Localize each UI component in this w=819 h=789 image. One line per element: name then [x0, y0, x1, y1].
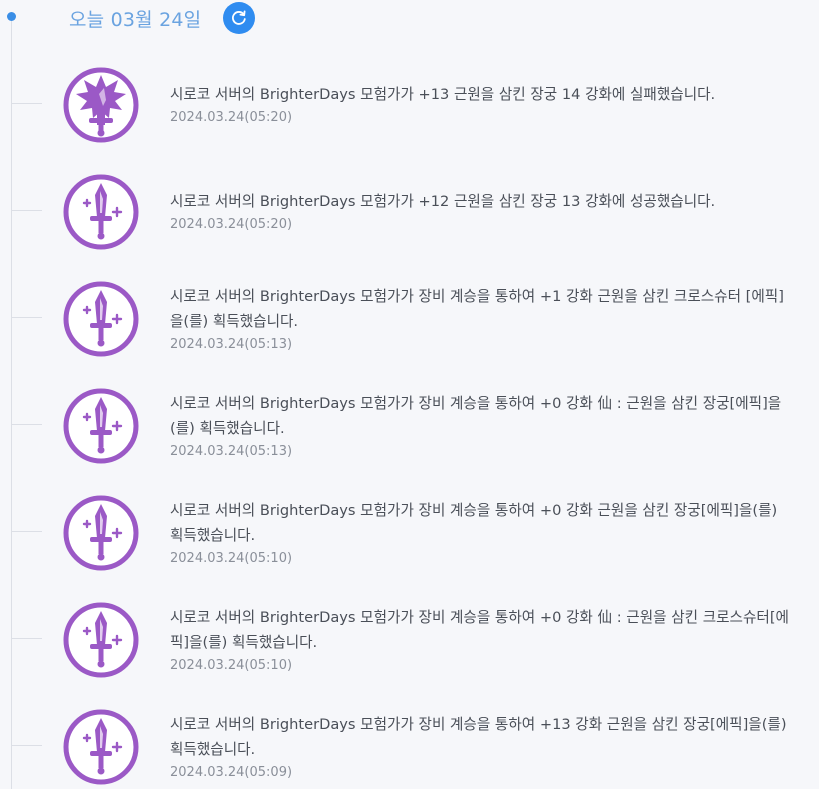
broken-sword-icon [63, 67, 139, 143]
entry-time: 2024.03.24(05:10) [170, 658, 293, 673]
sword-plus-icon [63, 388, 139, 464]
timeline-entry: 시로코 서버의 BrighterDays 모험가가 장비 계승을 통하여 +0 … [0, 387, 819, 487]
entry-message: 시로코 서버의 BrighterDays 모험가가 +13 근원을 삼킨 장궁 … [170, 86, 716, 103]
timeline-tick [12, 317, 42, 318]
entry-message: 시로코 서버의 BrighterDays 모험가가 장비 계승을 통하여 +0 … [170, 609, 789, 651]
entry-text: 시로코 서버의 BrighterDays 모험가가 +12 근원을 삼킨 장궁 … [170, 189, 795, 234]
entry-message: 시로코 서버의 BrighterDays 모험가가 장비 계승을 통하여 +13… [170, 716, 787, 758]
timeline-entry: 시로코 서버의 BrighterDays 모험가가 장비 계승을 통하여 +13… [0, 708, 819, 789]
timeline-dot [7, 12, 16, 21]
sword-plus-icon [63, 281, 139, 357]
timeline-entry: 시로코 서버의 BrighterDays 모험가가 +13 근원을 삼킨 장궁 … [0, 66, 819, 166]
timeline-tick [12, 103, 42, 104]
timeline-tick [12, 638, 42, 639]
entry-message: 시로코 서버의 BrighterDays 모험가가 장비 계승을 통하여 +0 … [170, 395, 782, 437]
entry-text: 시로코 서버의 BrighterDays 모험가가 +13 근원을 삼킨 장궁 … [170, 82, 795, 127]
refresh-button[interactable] [223, 2, 256, 34]
entry-text: 시로코 서버의 BrighterDays 모험가가 장비 계승을 통하여 +0 … [170, 605, 795, 675]
timeline-entry: 시로코 서버의 BrighterDays 모험가가 장비 계승을 통하여 +0 … [0, 494, 819, 594]
entry-time: 2024.03.24(05:20) [170, 110, 293, 125]
entry-time: 2024.03.24(05:09) [170, 765, 293, 780]
entry-text: 시로코 서버의 BrighterDays 모험가가 장비 계승을 통하여 +1 … [170, 284, 795, 354]
refresh-icon [232, 10, 247, 25]
timeline-entry: 시로코 서버의 BrighterDays 모험가가 +12 근원을 삼킨 장궁 … [0, 173, 819, 273]
entry-text: 시로코 서버의 BrighterDays 모험가가 장비 계승을 통하여 +0 … [170, 498, 795, 568]
entry-message: 시로코 서버의 BrighterDays 모험가가 +12 근원을 삼킨 장궁 … [170, 193, 716, 210]
sword-plus-icon [63, 709, 139, 785]
entry-message: 시로코 서버의 BrighterDays 모험가가 장비 계승을 통하여 +1 … [170, 288, 784, 330]
day-header: 오늘 03월 24일 [69, 2, 256, 34]
timeline-tick [12, 531, 42, 532]
entry-message: 시로코 서버의 BrighterDays 모험가가 장비 계승을 통하여 +0 … [170, 502, 778, 544]
timeline-entry: 시로코 서버의 BrighterDays 모험가가 장비 계승을 통하여 +0 … [0, 601, 819, 701]
entry-text: 시로코 서버의 BrighterDays 모험가가 장비 계승을 통하여 +13… [170, 712, 795, 782]
entry-time: 2024.03.24(05:13) [170, 337, 293, 352]
sword-plus-icon [63, 602, 139, 678]
timeline-tick [12, 424, 42, 425]
entry-time: 2024.03.24(05:10) [170, 551, 293, 566]
entry-time: 2024.03.24(05:20) [170, 217, 293, 232]
enhancement-timeline: 오늘 03월 24일 시로코 서버의 BrighterDays 모험가가 +13… [0, 0, 819, 789]
timeline-tick [12, 210, 42, 211]
sword-plus-icon [63, 174, 139, 250]
timeline-tick [12, 745, 42, 746]
entry-text: 시로코 서버의 BrighterDays 모험가가 장비 계승을 통하여 +0 … [170, 391, 795, 461]
timeline-entry: 시로코 서버의 BrighterDays 모험가가 장비 계승을 통하여 +1 … [0, 280, 819, 380]
sword-plus-icon [63, 495, 139, 571]
day-label: 오늘 03월 24일 [69, 8, 202, 31]
entry-time: 2024.03.24(05:13) [170, 444, 293, 459]
